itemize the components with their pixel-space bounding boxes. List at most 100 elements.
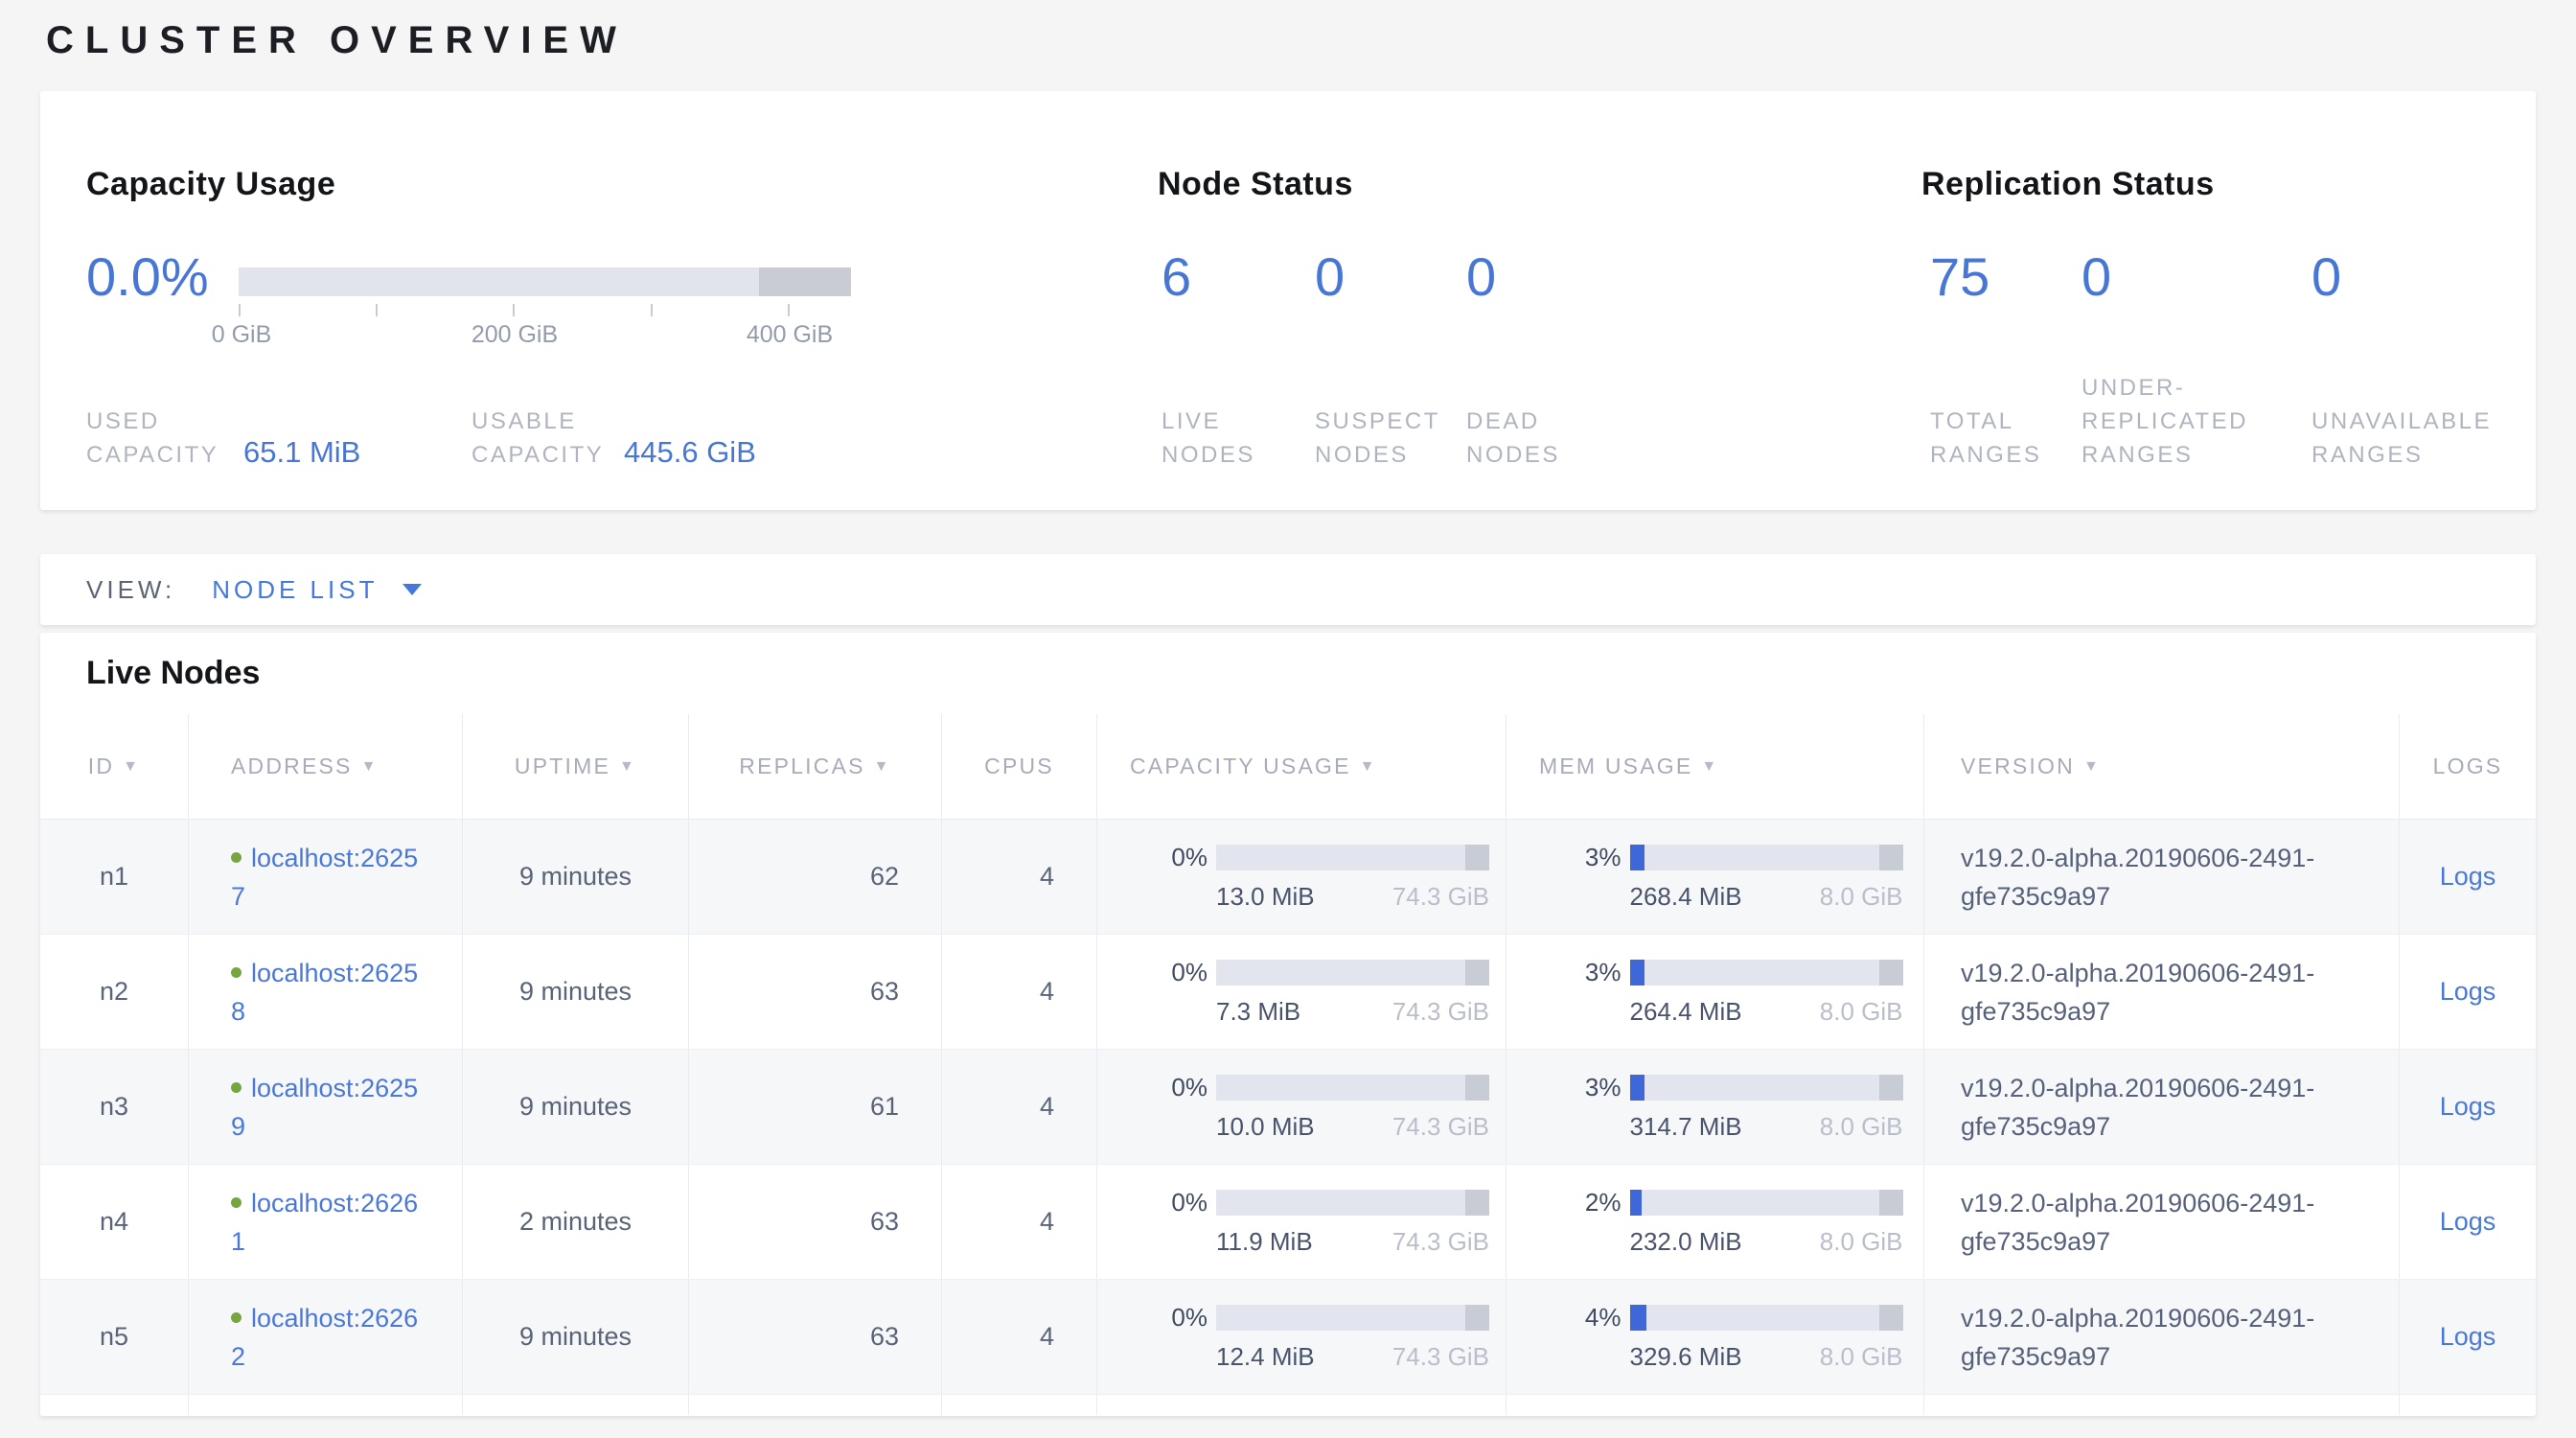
page-title: CLUSTER OVERVIEW xyxy=(46,19,628,62)
logs-link[interactable]: Logs xyxy=(2440,977,2496,1007)
usage-percent: 3% xyxy=(1560,843,1630,872)
view-dropdown[interactable]: NODE LIST xyxy=(212,575,422,605)
live-nodes-label: LIVE NODES xyxy=(1162,405,1300,472)
capacity-usage-heading: Capacity Usage xyxy=(86,166,335,203)
logs-cell: Logs xyxy=(2400,820,2536,934)
usage-bar-end-segment xyxy=(1465,1190,1489,1216)
usage-total-value: 74.3 GiB xyxy=(1392,1342,1489,1372)
table-row: n5 localhost:26262 9 minutes 63 4 0% 12.… xyxy=(40,1280,2536,1395)
column-header-uptime[interactable]: UPTIME▼ xyxy=(463,714,689,819)
axis-tick xyxy=(788,304,790,316)
address-link[interactable]: localhost:26262 xyxy=(231,1304,418,1371)
address-cell: localhost:26257 xyxy=(189,820,463,934)
usage-bar-end-segment xyxy=(1465,1305,1489,1331)
capacity-gauge-end-segment xyxy=(759,267,851,296)
view-bar: VIEW: NODE LIST xyxy=(40,554,2536,625)
usage-bar-fill xyxy=(1630,845,1644,870)
address-cell: localhost:26262 xyxy=(189,1280,463,1394)
usage-bar-end-segment xyxy=(1465,960,1489,986)
logs-link[interactable]: Logs xyxy=(2440,862,2496,892)
logs-link[interactable]: Logs xyxy=(2440,1092,2496,1122)
usage-total-value: 8.0 GiB xyxy=(1820,882,1903,912)
axis-tick xyxy=(239,304,241,316)
address-link[interactable]: localhost:26258 xyxy=(231,959,418,1026)
column-header-version[interactable]: VERSION▼ xyxy=(1924,714,2400,819)
axis-tick-label: 200 GiB xyxy=(472,321,558,349)
usage-bar xyxy=(1630,960,1903,986)
capacity-usage-cell: 0% 7.3 MiB 74.3 GiB xyxy=(1097,935,1506,1049)
usage-bar-end-segment xyxy=(1879,1305,1903,1331)
column-header-cpus: CPUS xyxy=(942,714,1097,819)
logs-cell: Logs xyxy=(2400,1165,2536,1279)
cpus-cell: 4 xyxy=(942,1280,1097,1394)
node-id-cell: n5 xyxy=(40,1280,189,1394)
empty-cell xyxy=(463,1395,689,1415)
usage-bar-fill xyxy=(1630,1075,1644,1101)
node-live-dot-icon xyxy=(231,967,242,978)
column-header-id[interactable]: ID▼ xyxy=(40,714,189,819)
usage-percent: 2% xyxy=(1560,1188,1630,1218)
cpus-cell: 4 xyxy=(942,820,1097,934)
sort-arrow-icon: ▼ xyxy=(361,758,379,776)
usage-bar-end-segment xyxy=(1465,1075,1489,1101)
uptime-cell: 2 minutes xyxy=(463,1165,689,1279)
used-capacity-value: 65.1 MiB xyxy=(243,435,360,470)
unavailable-ranges-count: 0 xyxy=(2312,250,2341,304)
capacity-usage-cell: 0% 12.4 MiB 74.3 GiB xyxy=(1097,1280,1506,1394)
replicas-cell: 63 xyxy=(689,935,942,1049)
usage-percent: 0% xyxy=(1146,958,1216,987)
sort-arrow-icon: ▼ xyxy=(874,758,891,776)
usage-used-value: 268.4 MiB xyxy=(1630,882,1742,912)
column-header-address[interactable]: ADDRESS▼ xyxy=(189,714,463,819)
usage-used-value: 13.0 MiB xyxy=(1216,882,1315,912)
empty-cell xyxy=(40,1395,189,1415)
node-id-cell: n1 xyxy=(40,820,189,934)
sort-arrow-icon: ▼ xyxy=(123,758,140,776)
address-link[interactable]: localhost:26261 xyxy=(231,1189,418,1256)
usage-bar xyxy=(1216,960,1489,986)
usage-bar xyxy=(1216,1305,1489,1331)
empty-cell xyxy=(1097,1395,1506,1415)
node-live-dot-icon xyxy=(231,1082,242,1093)
logs-link[interactable]: Logs xyxy=(2440,1207,2496,1237)
view-dropdown-value[interactable]: NODE LIST xyxy=(212,575,378,605)
usage-bar-fill xyxy=(1630,960,1644,986)
usage-percent: 0% xyxy=(1146,1073,1216,1102)
usage-bar xyxy=(1630,1075,1903,1101)
suspect-nodes-count: 0 xyxy=(1315,250,1345,304)
total-ranges-count: 75 xyxy=(1930,250,1990,304)
address-cell: localhost:26259 xyxy=(189,1050,463,1164)
usage-bar-fill xyxy=(1630,1190,1642,1216)
table-row: n4 localhost:26261 2 minutes 63 4 0% 11.… xyxy=(40,1165,2536,1280)
chevron-down-icon[interactable] xyxy=(402,584,422,595)
address-link[interactable]: localhost:26259 xyxy=(231,1074,418,1141)
cpus-cell: 4 xyxy=(942,1165,1097,1279)
axis-tick xyxy=(513,304,515,316)
sort-arrow-icon: ▼ xyxy=(2083,758,2101,776)
capacity-used-percent: 0.0% xyxy=(86,250,209,304)
empty-cell xyxy=(2400,1395,2536,1415)
usage-bar xyxy=(1630,1190,1903,1216)
usage-used-value: 11.9 MiB xyxy=(1216,1227,1313,1257)
unavailable-ranges-label: UNAVAILABLE RANGES xyxy=(2312,405,2530,472)
usage-used-value: 314.7 MiB xyxy=(1630,1112,1742,1142)
column-header-mem-usage[interactable]: MEM USAGE▼ xyxy=(1506,714,1924,819)
column-header-replicas[interactable]: REPLICAS▼ xyxy=(689,714,942,819)
replicas-cell: 63 xyxy=(689,1280,942,1394)
address-link[interactable]: localhost:26257 xyxy=(231,844,418,911)
column-header-capacity-usage[interactable]: CAPACITY USAGE▼ xyxy=(1097,714,1506,819)
usage-total-value: 8.0 GiB xyxy=(1820,997,1903,1027)
usage-used-value: 232.0 MiB xyxy=(1630,1227,1742,1257)
sort-arrow-icon: ▼ xyxy=(619,758,636,776)
usage-percent: 0% xyxy=(1146,1188,1216,1218)
usage-percent: 4% xyxy=(1560,1303,1630,1333)
uptime-cell: 9 minutes xyxy=(463,935,689,1049)
version-cell: v19.2.0-alpha.20190606-2491-gfe735c9a97 xyxy=(1924,1050,2400,1164)
logs-cell: Logs xyxy=(2400,1050,2536,1164)
table-header-row: ID▼ ADDRESS▼ UPTIME▼ REPLICAS▼ CPUS CAPA… xyxy=(40,714,2536,820)
mem-usage-cell: 3% 268.4 MiB 8.0 GiB xyxy=(1506,820,1924,934)
logs-link[interactable]: Logs xyxy=(2440,1322,2496,1352)
usage-total-value: 74.3 GiB xyxy=(1392,997,1489,1027)
mem-usage-cell: 4% 329.6 MiB 8.0 GiB xyxy=(1506,1280,1924,1394)
node-id-cell: n4 xyxy=(40,1165,189,1279)
